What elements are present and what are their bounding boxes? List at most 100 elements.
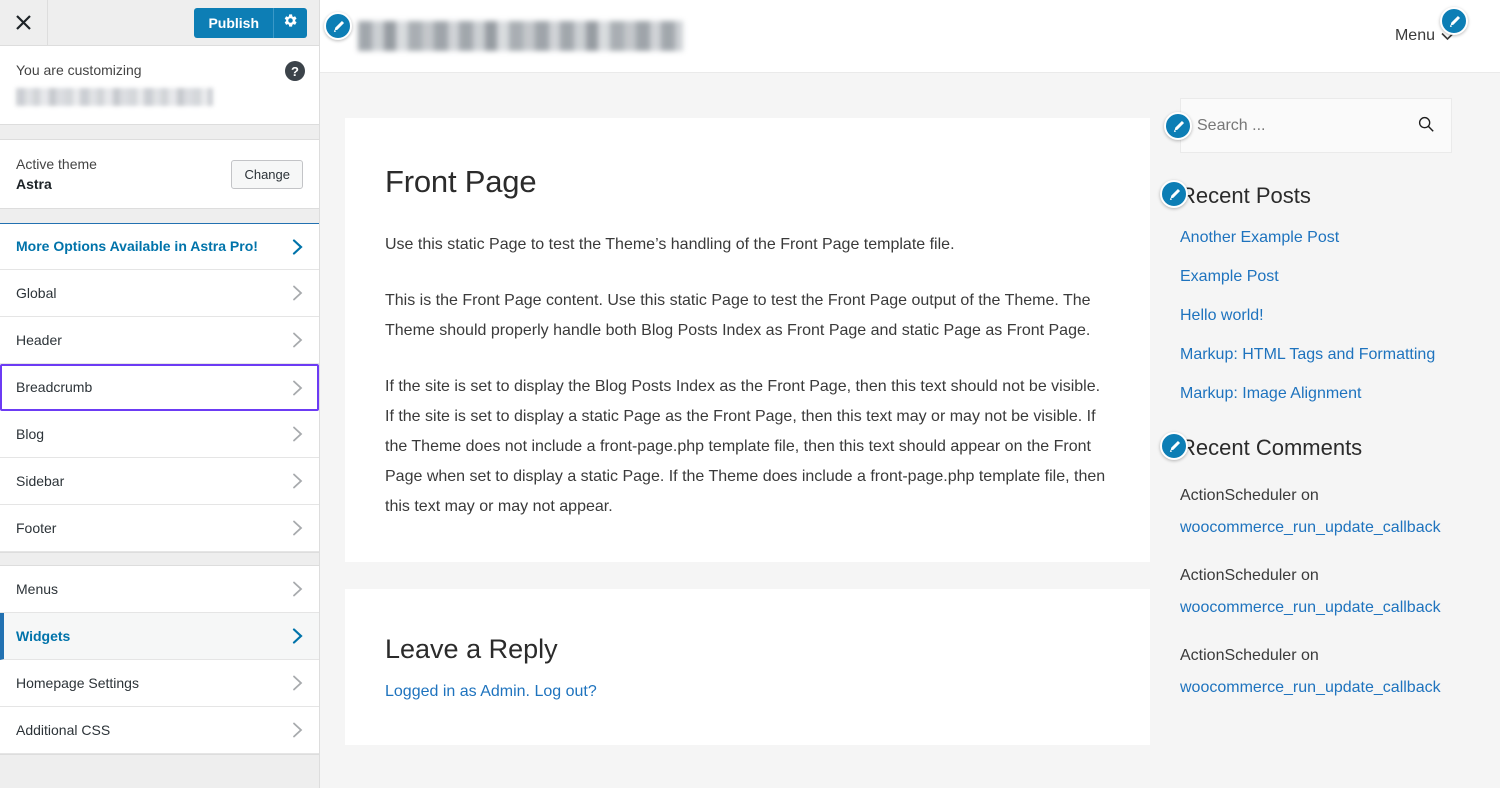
customizer-section-sidebar[interactable]: Sidebar [0, 458, 319, 505]
site-preview: Menu Front Page Use this static Page to … [320, 0, 1500, 788]
recent-comment-item: ActionScheduler on woocommerce_run_update… [1180, 640, 1452, 704]
section-label: Blog [16, 425, 45, 442]
section-group-divider [0, 552, 319, 566]
recent-post-link[interactable]: Hello world! [1180, 307, 1264, 324]
chevron-right-icon [292, 581, 303, 597]
preview-sidebar: Recent Posts Another Example Post Example… [1150, 73, 1480, 788]
customizer-section-homepage-settings[interactable]: Homepage Settings [0, 660, 319, 707]
section-label: Breadcrumb [16, 379, 93, 395]
customizer-panel: Publish You are customizing ? Active the… [0, 0, 320, 788]
comment-author: ActionScheduler on [1180, 566, 1319, 584]
site-title-redacted-preview [358, 21, 683, 51]
recent-post-link[interactable]: Example Post [1180, 268, 1279, 285]
customizing-label: You are customizing [16, 62, 142, 78]
preview-body: Front Page Use this static Page to test … [320, 73, 1500, 788]
edit-pin-search-widget[interactable] [1164, 112, 1192, 140]
section-label: Global [16, 284, 57, 301]
comment-form-card: Leave a Reply Logged in as Admin. Log ou… [345, 588, 1150, 745]
search-field-wrapper[interactable] [1180, 98, 1452, 153]
recent-comments-widget: Recent Comments ActionScheduler on woocom… [1160, 432, 1452, 704]
customizer-section-more-options-available-in-astra-pro[interactable]: More Options Available in Astra Pro! [0, 223, 319, 270]
customizer-section-global[interactable]: Global [0, 270, 319, 317]
search-widget [1164, 98, 1452, 153]
customizer-section-footer[interactable]: Footer [0, 505, 319, 552]
customizer-section-breadcrumb[interactable]: Breadcrumb [0, 364, 319, 411]
recent-comments-list: ActionScheduler on woocommerce_run_update… [1180, 480, 1452, 704]
publish-button[interactable]: Publish [194, 7, 273, 38]
search-input[interactable] [1197, 116, 1417, 135]
close-x-icon [15, 14, 32, 31]
chevron-right-icon [292, 285, 303, 301]
recent-post-item: Markup: HTML Tags and Formatting [1180, 344, 1452, 366]
page-title: Front Page [385, 164, 537, 199]
recent-post-link[interactable]: Another Example Post [1180, 229, 1339, 246]
comment-author: ActionScheduler on [1180, 486, 1319, 504]
site-title-redacted [16, 88, 213, 106]
panel-spacer-2 [0, 209, 319, 223]
customizer-section-menus[interactable]: Menus [0, 566, 319, 613]
chevron-right-icon [292, 426, 303, 442]
section-label: Widgets [16, 627, 71, 644]
recent-post-link[interactable]: Markup: Image Alignment [1180, 385, 1361, 402]
search-submit-button[interactable] [1417, 115, 1435, 136]
recent-posts-widget: Recent Posts Another Example Post Example… [1160, 180, 1452, 405]
chevron-right-icon [292, 722, 303, 738]
menu-label: Menu [1394, 27, 1435, 44]
edit-pin-site-title[interactable] [324, 12, 352, 40]
log-out-link[interactable]: Log out? [534, 683, 596, 700]
comment-post-link[interactable]: woocommerce_run_update_callback [1180, 679, 1441, 696]
active-theme-name: Astra [16, 176, 52, 192]
customizer-scroll-region[interactable]: You are customizing ? Active theme Astra… [0, 46, 319, 788]
help-icon[interactable]: ? [285, 61, 305, 81]
edit-pin-menu[interactable] [1440, 7, 1468, 35]
comment-post-link[interactable]: woocommerce_run_update_callback [1180, 599, 1441, 616]
front-page-card: Front Page Use this static Page to test … [345, 118, 1150, 562]
change-theme-button[interactable]: Change [231, 159, 303, 189]
content-column: Front Page Use this static Page to test … [320, 73, 1150, 788]
recent-post-item: Hello world! [1180, 305, 1452, 327]
logged-in-note: Logged in as Admin. Log out? [385, 679, 1110, 705]
customizer-header-bar: Publish [0, 0, 319, 46]
active-theme-label: Active theme [16, 156, 97, 172]
recent-post-item: Another Example Post [1180, 227, 1452, 249]
panel-spacer [0, 125, 319, 139]
search-icon [1417, 115, 1435, 136]
section-label: Additional CSS [16, 721, 111, 738]
site-header: Menu [320, 0, 1500, 73]
recent-comment-item: ActionScheduler on woocommerce_run_update… [1180, 560, 1452, 624]
primary-menu-toggle[interactable]: Menu [1394, 7, 1468, 45]
recent-post-item: Example Post [1180, 266, 1452, 288]
section-label: Header [16, 331, 62, 348]
customizer-screen: Publish You are customizing ? Active the… [0, 0, 1500, 788]
recent-post-item: Markup: Image Alignment [1180, 383, 1452, 405]
comment-author: ActionScheduler on [1180, 646, 1319, 664]
logged-in-as-link[interactable]: Logged in as Admin. [385, 683, 530, 700]
close-customizer-button[interactable] [0, 0, 48, 45]
edit-pin-recent-posts[interactable] [1160, 180, 1188, 208]
customizing-info-block: You are customizing ? [0, 46, 319, 125]
publish-settings-button[interactable] [273, 7, 307, 38]
recent-post-link[interactable]: Markup: HTML Tags and Formatting [1180, 346, 1435, 363]
card-gap [345, 562, 1150, 589]
active-theme-block: Active theme Astra Change [0, 139, 319, 209]
chevron-right-icon [292, 675, 303, 691]
page-paragraph: If the site is set to display the Blog P… [385, 377, 1106, 515]
recent-comments-title: Recent Comments [1180, 435, 1363, 461]
customizer-section-list-secondary: Menus Widgets Homepage Settings Additional … [0, 566, 319, 754]
customizer-section-header[interactable]: Header [0, 317, 319, 364]
recent-posts-title: Recent Posts [1180, 183, 1311, 208]
customizer-section-additional-css[interactable]: Additional CSS [0, 707, 319, 754]
customizer-section-blog[interactable]: Blog [0, 411, 319, 458]
customizer-section-widgets[interactable]: Widgets [0, 613, 319, 660]
customizer-section-list-primary: More Options Available in Astra Pro! Glob… [0, 223, 319, 552]
section-label: Menus [16, 580, 59, 597]
chevron-right-icon [292, 238, 303, 255]
section-label: More Options Available in Astra Pro! [16, 238, 258, 254]
chevron-right-icon [292, 520, 303, 536]
leave-a-reply-title: Leave a Reply [385, 633, 558, 664]
comment-post-link[interactable]: woocommerce_run_update_callback [1180, 519, 1441, 536]
chevron-right-icon [292, 628, 303, 644]
section-label: Footer [16, 519, 57, 536]
chevron-right-icon [292, 380, 303, 396]
section-label: Homepage Settings [16, 674, 139, 691]
